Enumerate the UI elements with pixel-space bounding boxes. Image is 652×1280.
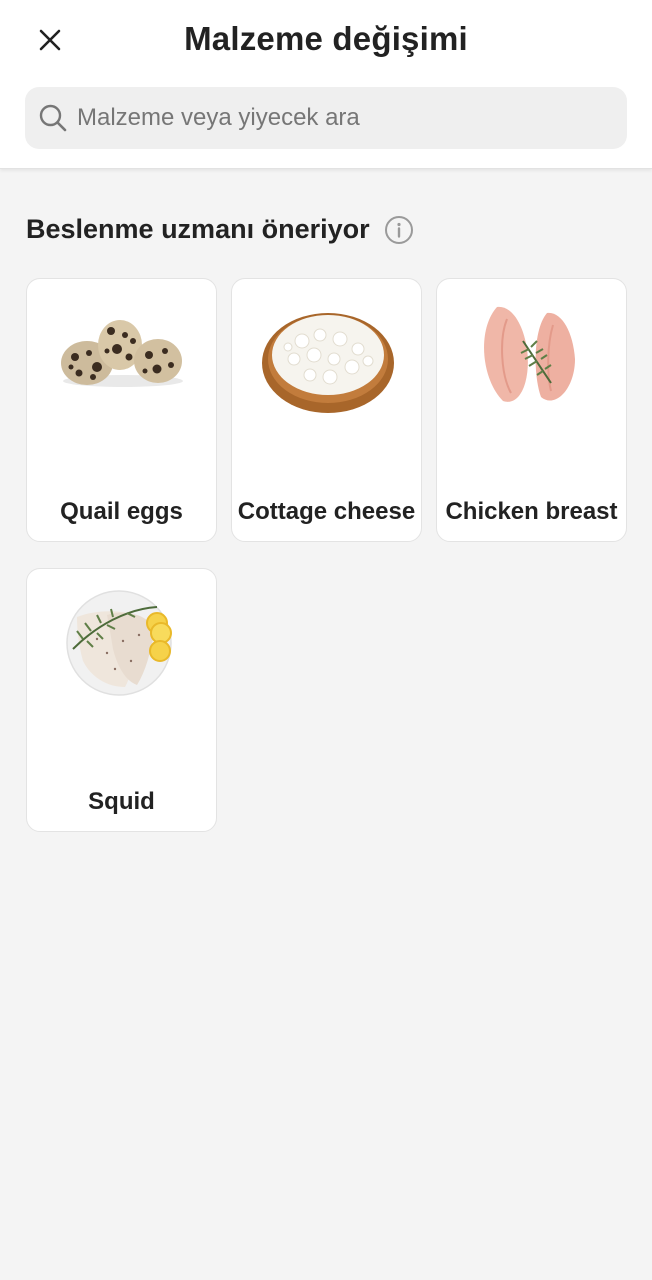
header-bar: Malzeme değişimi xyxy=(0,0,652,169)
ingredient-card-cottage-cheese[interactable]: Cottage cheese xyxy=(231,278,422,542)
cottage-cheese-image xyxy=(262,313,394,413)
section-title: Beslenme uzmanı öneriyor xyxy=(26,214,370,244)
ingredient-label: Squid xyxy=(88,788,155,815)
ingredient-card-chicken-breast[interactable]: Chicken breast xyxy=(436,278,627,542)
ingredient-card-quail-eggs[interactable]: Quail eggs xyxy=(26,278,217,542)
search-icon xyxy=(37,102,69,134)
chicken-breast-image xyxy=(484,306,575,402)
ingredient-label: Cottage cheese xyxy=(237,498,416,525)
ingredient-label: Chicken breast xyxy=(445,498,618,525)
quail-eggs-image xyxy=(61,320,183,387)
info-icon[interactable] xyxy=(384,215,414,245)
section-header: Beslenme uzmanı öneriyor xyxy=(26,214,414,245)
search-bar[interactable] xyxy=(25,87,627,149)
page-title: Malzeme değişimi xyxy=(184,20,468,57)
ingredient-label: Quail eggs xyxy=(60,498,183,525)
ingredient-card-squid[interactable]: Squid xyxy=(26,568,217,832)
search-input[interactable] xyxy=(77,104,577,132)
squid-image xyxy=(66,590,172,696)
